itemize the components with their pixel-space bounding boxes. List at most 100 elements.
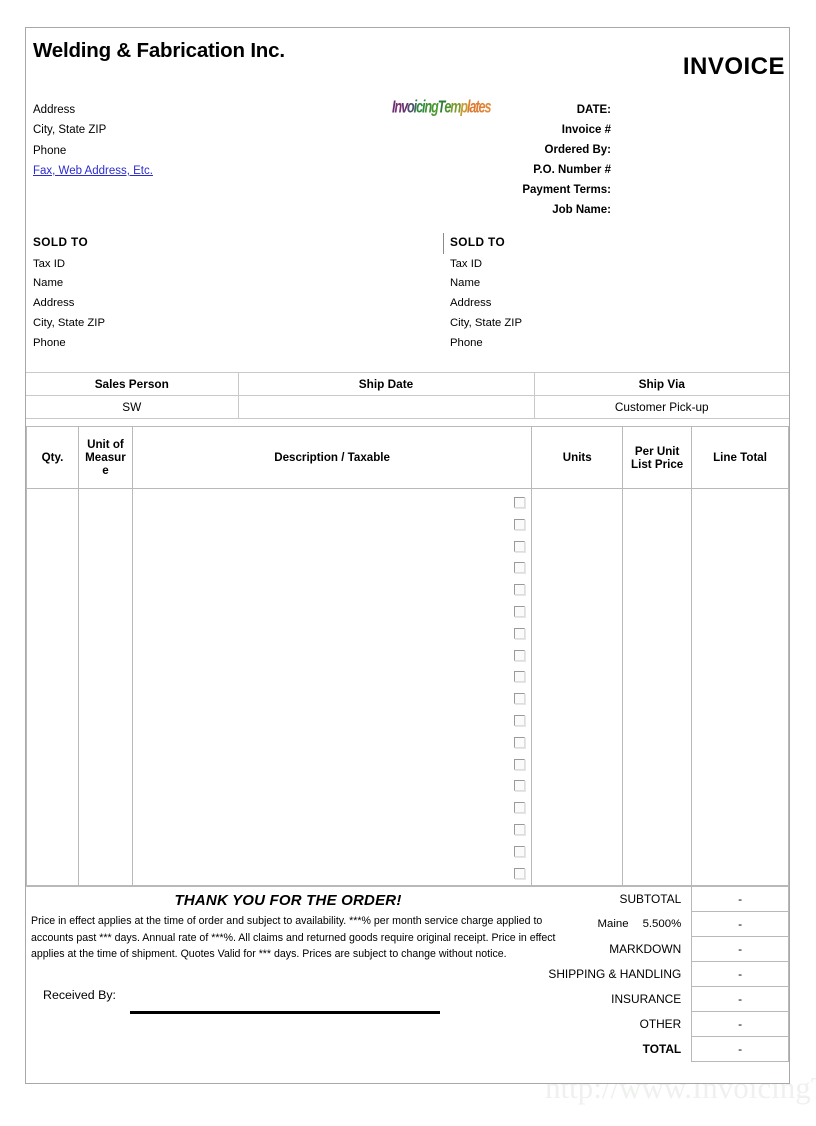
sold-to-left-tax-id: Tax ID xyxy=(33,257,66,270)
totals-row: MARKDOWN - xyxy=(481,936,789,962)
sold-to-right-title: SOLD TO xyxy=(450,235,506,249)
totals-label: INSURANCE xyxy=(611,992,682,1006)
taxable-checkbox-row xyxy=(133,671,531,693)
taxable-checkbox[interactable] xyxy=(514,845,526,857)
sold-to-left-phone: Phone xyxy=(33,336,66,349)
totals-label: OTHER xyxy=(639,1017,682,1031)
field-label-job-name: Job Name: xyxy=(552,204,611,217)
taxable-checkbox[interactable] xyxy=(514,823,526,835)
taxable-checkbox-row xyxy=(133,823,531,846)
taxable-checkbox-row xyxy=(133,562,531,584)
cell-description-column[interactable] xyxy=(131,488,533,889)
totals-label: TOTAL xyxy=(642,1042,682,1056)
taxable-checkbox[interactable] xyxy=(514,693,526,705)
column-header-qty: Qty. xyxy=(26,426,79,489)
taxable-checkbox[interactable] xyxy=(514,780,526,792)
taxable-checkbox-row xyxy=(133,780,531,802)
totals-row: INSURANCE - xyxy=(481,986,789,1012)
company-address-block: Address City, State ZIP Phone Fax, Web A… xyxy=(33,100,153,181)
taxable-checkbox[interactable] xyxy=(514,540,526,552)
field-label-date: DATE: xyxy=(576,104,611,116)
signature-line[interactable] xyxy=(130,1011,440,1014)
totals-value[interactable]: - xyxy=(691,1011,789,1037)
totals-value[interactable]: - xyxy=(691,986,789,1012)
sold-to-right-block: SOLD TO Tax ID Name Address City, State … xyxy=(444,233,784,353)
field-label-ordered-by: Ordered By: xyxy=(544,144,611,157)
column-header-units: Units xyxy=(531,426,624,489)
sold-to-right-city: City, State ZIP xyxy=(450,316,522,329)
taxable-checkbox[interactable] xyxy=(514,584,526,596)
cell-line-total-column[interactable] xyxy=(691,488,789,887)
totals-row: OTHER - xyxy=(481,1011,789,1037)
taxable-checkbox[interactable] xyxy=(514,497,526,508)
value-ship-date[interactable] xyxy=(238,395,535,419)
invoice-header-fields: DATE: Invoice # Ordered By: P.O. Number … xyxy=(356,100,611,221)
taxable-checkbox-row xyxy=(133,867,531,890)
taxable-checkbox-row xyxy=(133,845,531,868)
taxable-checkbox-row xyxy=(133,627,531,650)
taxable-checkbox-list xyxy=(133,489,531,889)
sold-to-left-title: SOLD TO xyxy=(33,235,89,249)
taxable-checkbox[interactable] xyxy=(514,518,526,530)
totals-label: MARKDOWN xyxy=(609,942,682,956)
page-title: INVOICE xyxy=(682,53,785,80)
table-header-row: Qty. Unit of Measur e Description / Taxa… xyxy=(26,426,789,489)
sold-to-right-phone: Phone xyxy=(450,336,483,349)
totals-value[interactable]: - xyxy=(691,911,789,937)
totals-label: SUBTOTAL xyxy=(619,892,682,906)
sold-to-right-name: Name xyxy=(450,277,481,290)
cell-qty-column[interactable] xyxy=(26,488,79,887)
totals-label: SHIPPING & HANDLING xyxy=(548,967,682,981)
cell-unit-price-column[interactable] xyxy=(622,488,693,887)
taxable-checkbox-row xyxy=(133,736,531,759)
taxable-checkbox[interactable] xyxy=(514,802,526,814)
taxable-checkbox[interactable] xyxy=(514,562,526,574)
totals-value[interactable]: - xyxy=(691,936,789,962)
totals-label-tax: Maine 5.500% xyxy=(481,912,692,937)
totals-value[interactable]: - xyxy=(691,886,789,912)
taxable-checkbox[interactable] xyxy=(514,627,526,639)
cell-units-column[interactable] xyxy=(531,488,624,887)
taxable-checkbox[interactable] xyxy=(514,649,526,661)
field-label-po-number: P.O. Number # xyxy=(533,164,611,177)
table-row: Sales Person Ship Date Ship Via xyxy=(26,372,789,396)
taxable-checkbox[interactable] xyxy=(514,714,526,726)
totals-table: SUBTOTAL - Maine 5.500% - MARKDOWN - SHIPPING &… xyxy=(481,886,789,1062)
taxable-checkbox-row xyxy=(133,540,531,563)
taxable-checkbox[interactable] xyxy=(514,758,526,770)
tax-rate-label: 5.500% xyxy=(642,918,682,930)
header-ship-date: Ship Date xyxy=(238,372,535,396)
taxable-checkbox-row xyxy=(133,693,531,715)
taxable-checkbox[interactable] xyxy=(514,867,526,879)
shipping-info-table: Sales Person Ship Date Ship Via SW Custo… xyxy=(26,372,789,419)
totals-row: TOTAL - xyxy=(481,1036,789,1062)
sold-to-left-block: SOLD TO Tax ID Name Address City, State … xyxy=(33,233,413,353)
totals-value[interactable]: - xyxy=(691,961,789,987)
company-city-line: City, State ZIP xyxy=(33,124,107,137)
value-sales-person[interactable]: SW xyxy=(26,395,239,419)
taxable-checkbox-row xyxy=(133,518,531,541)
tax-region-label: Maine xyxy=(597,918,629,930)
field-label-payment-terms: Payment Terms: xyxy=(522,184,611,197)
received-by-label: Received By: xyxy=(43,988,117,1002)
taxable-checkbox-row xyxy=(133,605,531,628)
taxable-checkbox[interactable] xyxy=(514,736,526,748)
taxable-checkbox-row xyxy=(133,714,531,737)
sold-to-left-address: Address xyxy=(33,297,75,310)
taxable-checkbox[interactable] xyxy=(514,605,526,617)
taxable-checkbox-row xyxy=(133,758,531,781)
column-header-uom: Unit of Measur e xyxy=(77,426,133,489)
totals-row: Maine 5.500% - xyxy=(481,911,789,937)
sold-to-right-address: Address xyxy=(450,297,492,310)
sold-to-right-tax-id: Tax ID xyxy=(450,257,483,270)
cell-uom-column[interactable] xyxy=(77,488,133,887)
taxable-checkbox[interactable] xyxy=(514,671,526,683)
taxable-checkbox-row xyxy=(133,802,531,824)
value-ship-via[interactable]: Customer Pick-up xyxy=(534,395,789,419)
line-items-table: Qty. Unit of Measur e Description / Taxa… xyxy=(26,426,789,887)
header-sales-person: Sales Person xyxy=(26,372,239,396)
company-web-link[interactable]: Fax, Web Address, Etc. xyxy=(33,161,153,181)
company-phone-line: Phone xyxy=(33,144,67,157)
totals-value[interactable]: - xyxy=(691,1036,789,1062)
table-row: SW Customer Pick-up xyxy=(26,395,789,419)
